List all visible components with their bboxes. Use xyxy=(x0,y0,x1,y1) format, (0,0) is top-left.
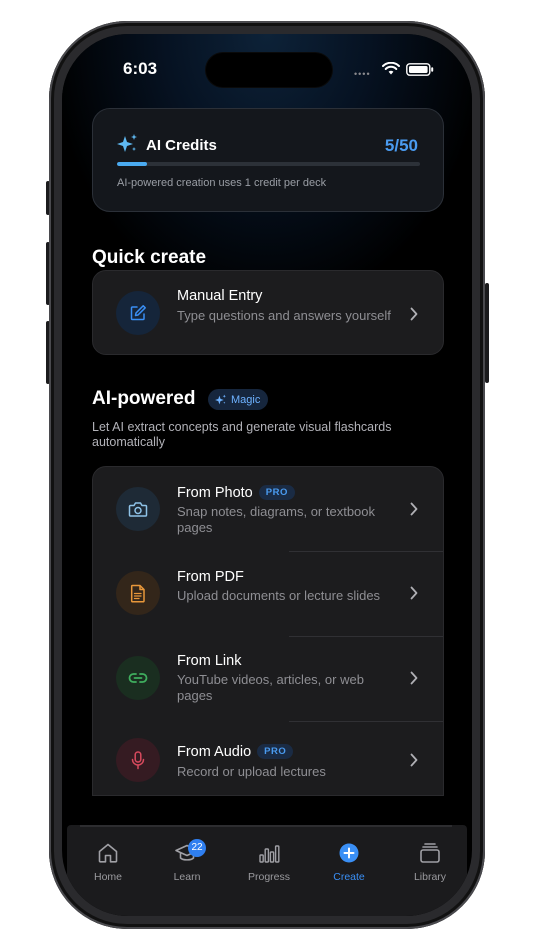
from-pdf-title: From PDF xyxy=(177,569,244,585)
chevron-right-icon xyxy=(410,502,418,516)
bar-chart-icon xyxy=(259,845,280,863)
credits-note: AI-powered creation uses 1 credit per de… xyxy=(117,177,327,189)
from-pdf-row[interactable]: From PDF Upload documents or lecture sli… xyxy=(93,552,443,636)
status-icons: •••• xyxy=(354,62,434,79)
ai-powered-description: Let AI extract concepts and generate vis… xyxy=(92,420,392,449)
chevron-right-icon xyxy=(410,671,418,685)
microphone-icon xyxy=(131,750,145,769)
manual-entry-subtitle: Type questions and answers yourself xyxy=(177,308,391,323)
home-icon xyxy=(98,843,118,863)
manual-entry-row[interactable]: Manual Entry Type questions and answers … xyxy=(93,271,443,354)
pro-badge: PRO xyxy=(257,744,294,759)
from-link-icon-circle xyxy=(116,656,160,700)
credits-count: 5/50 xyxy=(384,136,418,155)
wifi-icon xyxy=(382,62,400,75)
dynamic-island xyxy=(206,53,332,87)
tab-create-label: Create xyxy=(333,871,365,883)
chevron-right-icon xyxy=(410,307,418,321)
tab-bar-divider xyxy=(80,825,452,827)
magic-badge-label: Magic xyxy=(231,393,261,406)
learn-badge: 22 xyxy=(188,839,206,857)
camera-icon xyxy=(128,501,148,517)
from-photo-subtitle: Snap notes, diagrams, or textbook pages xyxy=(177,504,376,535)
status-time: 6:03 xyxy=(123,59,158,78)
from-pdf-subtitle: Upload documents or lecture slides xyxy=(177,588,381,603)
tab-learn[interactable]: 22 Learn xyxy=(157,839,217,891)
from-pdf-icon-circle xyxy=(116,571,160,615)
signal-dots-icon: •••• xyxy=(354,69,371,79)
from-audio-row[interactable]: From Audio PRO Record or upload lectures xyxy=(93,722,443,795)
from-photo-title: From Photo PRO xyxy=(177,485,295,501)
from-photo-row[interactable]: From Photo PRO Snap notes, diagrams, or t… xyxy=(93,467,443,551)
link-icon xyxy=(128,673,148,683)
from-audio-title-text: From Audio xyxy=(177,744,252,760)
ai-powered-card: From Photo PRO Snap notes, diagrams, or t… xyxy=(92,466,444,796)
tab-bar: Home 22 Learn Progress Create Library xyxy=(67,825,467,916)
tab-create[interactable]: Create xyxy=(319,841,379,891)
chevron-right-icon xyxy=(410,586,418,600)
from-link-subtitle: YouTube videos, articles, or web pages xyxy=(177,672,364,703)
from-link-row[interactable]: From Link YouTube videos, articles, or w… xyxy=(93,637,443,721)
manual-entry-title: Manual Entry xyxy=(177,288,263,304)
tab-library-label: Library xyxy=(413,871,447,883)
tab-progress-label: Progress xyxy=(247,871,290,883)
tab-home-label: Home xyxy=(93,871,122,883)
battery-icon xyxy=(406,63,434,76)
credits-progress-bar xyxy=(117,162,420,166)
edit-icon xyxy=(130,305,146,321)
chevron-right-icon xyxy=(410,753,418,767)
sparkles-icon xyxy=(117,134,137,152)
pro-badge: PRO xyxy=(258,485,295,500)
document-icon xyxy=(130,584,145,603)
manual-entry-icon-circle xyxy=(116,291,160,335)
screen: 6:03 •••• AI Credits 5/50 AI-powered cre… xyxy=(62,34,472,916)
quick-create-card: Manual Entry Type questions and answers … xyxy=(92,270,444,355)
tab-library[interactable]: Library xyxy=(400,841,460,891)
from-photo-icon-circle xyxy=(116,487,160,531)
credits-title: AI Credits xyxy=(146,137,217,154)
tab-home[interactable]: Home xyxy=(78,841,138,891)
tab-progress[interactable]: Progress xyxy=(239,841,299,891)
stack-icon xyxy=(420,843,440,863)
ai-credits-card: AI Credits 5/50 AI-powered creation uses… xyxy=(92,108,444,212)
from-link-title: From Link xyxy=(177,653,242,669)
plus-circle-icon xyxy=(339,843,359,863)
from-photo-title-text: From Photo xyxy=(177,485,253,501)
tab-learn-label: Learn xyxy=(173,871,201,883)
from-audio-icon-circle xyxy=(116,738,160,782)
quick-create-title: Quick create xyxy=(92,247,207,268)
sparkles-icon xyxy=(215,394,226,404)
magic-badge: Magic xyxy=(208,389,269,410)
from-audio-subtitle: Record or upload lectures xyxy=(177,764,326,779)
credits-progress-fill xyxy=(117,162,148,166)
phone-power-button xyxy=(485,283,489,383)
ai-powered-title: AI-powered xyxy=(92,388,196,409)
from-audio-title: From Audio PRO xyxy=(177,744,294,760)
